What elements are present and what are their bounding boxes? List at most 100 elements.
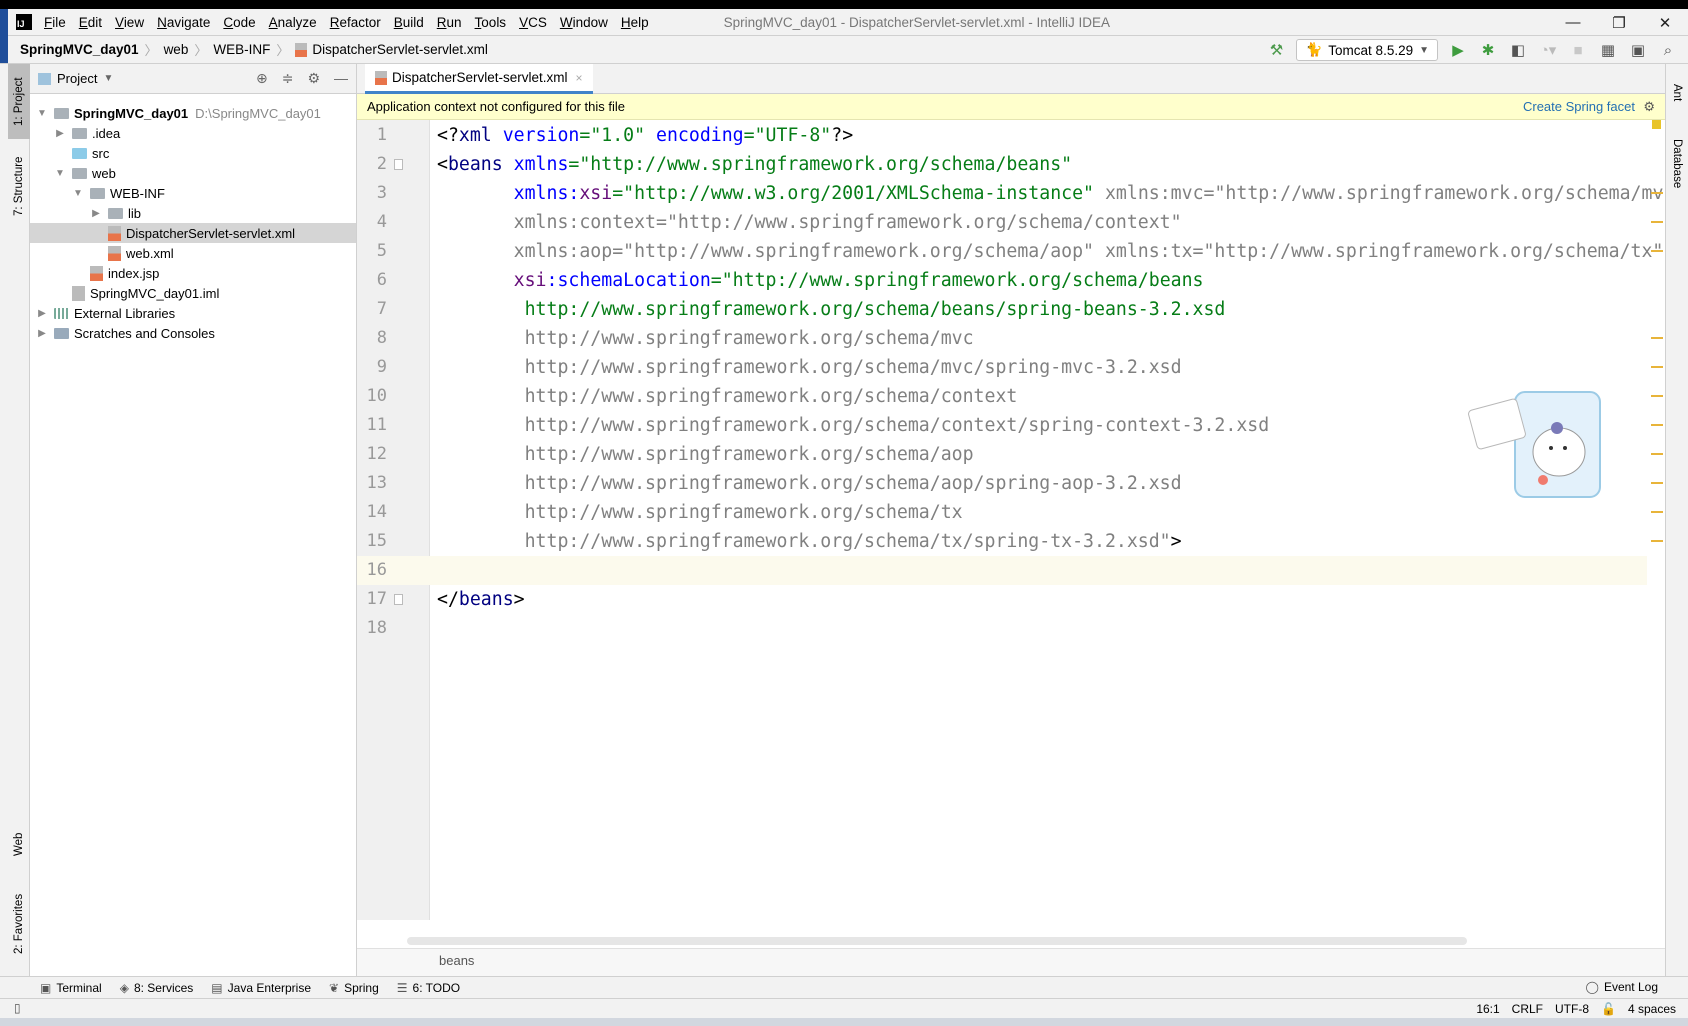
tab-favorites[interactable]: 2: Favorites	[8, 879, 30, 969]
code-line[interactable]: 14 http://www.springframework.org/schema…	[357, 498, 1647, 527]
tree-item[interactable]: src	[30, 143, 356, 163]
tree-item[interactable]: ▼ SpringMVC_day01 D:\SpringMVC_day01	[30, 103, 356, 123]
tab-project[interactable]: 1: Project	[8, 64, 30, 139]
code-line[interactable]: 6 xsi:schemaLocation="http://www.springf…	[357, 266, 1647, 295]
tree-item[interactable]: ▶ Scratches and Consoles	[30, 323, 356, 343]
restore-button[interactable]: ❐	[1596, 9, 1642, 36]
event-log-button[interactable]: ◯ Event Log	[1586, 980, 1658, 994]
expanded-arrow-icon[interactable]: ▼	[54, 168, 66, 179]
code-line[interactable]: 7 http://www.springframework.org/schema/…	[357, 295, 1647, 324]
horizontal-scrollbar[interactable]	[407, 937, 1467, 945]
menu-navigate[interactable]: Navigate	[157, 15, 210, 30]
code-line[interactable]: 18	[357, 614, 1647, 643]
code-line[interactable]: 13 http://www.springframework.org/schema…	[357, 469, 1647, 498]
collapsed-arrow-icon[interactable]: ▶	[90, 208, 102, 219]
menu-view[interactable]: View	[115, 15, 144, 30]
code-line[interactable]: 17 </beans>	[357, 585, 1647, 614]
tree-item[interactable]: ▼ WEB-INF	[30, 183, 356, 203]
expanded-arrow-icon[interactable]: ▼	[36, 108, 48, 119]
warning-marker[interactable]	[1651, 511, 1663, 513]
breadcrumb-web-inf[interactable]: WEB-INF	[213, 42, 270, 57]
gear-icon[interactable]: ⚙	[1643, 99, 1655, 115]
menu-vcs[interactable]: VCS	[519, 15, 547, 30]
tree-item[interactable]: ▼ web	[30, 163, 356, 183]
tool-window-services[interactable]: ◈ 8: Services	[120, 981, 194, 995]
tab-structure[interactable]: 7: Structure	[8, 146, 30, 226]
warning-marker[interactable]	[1651, 250, 1663, 252]
minimize-button[interactable]: —	[1550, 9, 1596, 36]
breadcrumb-web[interactable]: web	[164, 42, 189, 57]
menu-tools[interactable]: Tools	[475, 15, 507, 30]
code-line[interactable]: 16	[357, 556, 1647, 585]
presentation-icon[interactable]: ▣	[1628, 41, 1648, 59]
gear-icon[interactable]: ⚙	[307, 70, 320, 87]
project-view-selector[interactable]: Project	[57, 71, 97, 86]
collapsed-arrow-icon[interactable]: ▶	[54, 128, 66, 139]
warning-marker[interactable]	[1651, 366, 1663, 368]
code-line[interactable]: 1 <?xml version="1.0" encoding="UTF-8"?>	[357, 121, 1647, 150]
menu-window[interactable]: Window	[560, 15, 608, 30]
warning-marker[interactable]	[1651, 395, 1663, 397]
collapsed-arrow-icon[interactable]: ▶	[36, 308, 48, 319]
toggle-tool-windows-icon[interactable]: ▯	[14, 1001, 21, 1015]
tool-window-java-enterprise[interactable]: ▤ Java Enterprise	[211, 981, 311, 995]
close-tab-icon[interactable]: ×	[576, 71, 583, 85]
run-configuration-dropdown[interactable]: 🐈 Tomcat 8.5.29 ▼	[1296, 39, 1438, 61]
close-window-button[interactable]: ✕	[1642, 9, 1688, 36]
breadcrumb-project[interactable]: SpringMVC_day01	[20, 42, 139, 57]
menu-refactor[interactable]: Refactor	[330, 15, 381, 30]
tab-ant[interactable]: Ant	[1666, 70, 1688, 115]
create-spring-facet-link[interactable]: Create Spring facet	[1523, 99, 1635, 114]
tool-window-spring[interactable]: ❦ Spring	[329, 981, 379, 995]
tree-item[interactable]: index.jsp	[30, 263, 356, 283]
code-line[interactable]: 3 xmlns:xsi="http://www.w3.org/2001/XMLS…	[357, 179, 1664, 208]
tree-item[interactable]: ▶ .idea	[30, 123, 356, 143]
menu-run[interactable]: Run	[437, 15, 462, 30]
warning-marker[interactable]	[1651, 337, 1663, 339]
chevron-down-icon[interactable]: ▼	[103, 73, 113, 84]
menu-code[interactable]: Code	[223, 15, 255, 30]
menu-edit[interactable]: Edit	[79, 15, 102, 30]
code-line[interactable]: 9 http://www.springframework.org/schema/…	[357, 353, 1647, 382]
code-line[interactable]: 4 xmlns:context="http://www.springframew…	[357, 208, 1647, 237]
warning-marker[interactable]	[1651, 482, 1663, 484]
tool-window-todo[interactable]: ☰ 6: TODO	[397, 981, 460, 995]
warning-indicator-icon[interactable]	[1652, 120, 1661, 129]
warning-marker[interactable]	[1651, 221, 1663, 223]
code-area[interactable]: 1 <?xml version="1.0" encoding="UTF-8"?> 2…	[357, 121, 1664, 643]
tree-item[interactable]: DispatcherServlet-servlet.xml	[30, 223, 356, 243]
tree-item[interactable]: ▶ External Libraries	[30, 303, 356, 323]
tab-dispatcher-servlet-xml[interactable]: DispatcherServlet-servlet.xml ×	[365, 64, 593, 94]
tree-item[interactable]: ▶ lib	[30, 203, 356, 223]
collapsed-arrow-icon[interactable]: ▶	[36, 328, 48, 339]
caret-position[interactable]: 16:1	[1476, 1002, 1499, 1016]
code-line[interactable]: 8 http://www.springframework.org/schema/…	[357, 324, 1647, 353]
indent-setting[interactable]: 4 spaces	[1628, 1002, 1676, 1016]
search-icon[interactable]: ⌕	[1658, 42, 1678, 59]
breadcrumb-beans[interactable]: beans	[439, 953, 474, 968]
tree-item[interactable]: web.xml	[30, 243, 356, 263]
file-encoding[interactable]: UTF-8	[1555, 1002, 1589, 1016]
warning-marker[interactable]	[1651, 424, 1663, 426]
code-line[interactable]: 10 http://www.springframework.org/schema…	[357, 382, 1647, 411]
expanded-arrow-icon[interactable]: ▼	[72, 188, 84, 199]
stop-icon[interactable]: ■	[1568, 42, 1588, 59]
menu-build[interactable]: Build	[394, 15, 424, 30]
lock-icon[interactable]: 🔓	[1601, 1002, 1616, 1016]
tree-item[interactable]: SpringMVC_day01.iml	[30, 283, 356, 303]
menu-file[interactable]: File	[44, 15, 66, 30]
breadcrumb-file[interactable]: DispatcherServlet-servlet.xml	[312, 42, 488, 57]
warning-marker[interactable]	[1651, 540, 1663, 542]
coverage-icon[interactable]: ◧	[1508, 41, 1528, 59]
line-separator[interactable]: CRLF	[1512, 1002, 1543, 1016]
build-hammer-icon[interactable]: ⚒	[1266, 41, 1286, 59]
code-line[interactable]: 5 xmlns:aop="http://www.springframework.…	[357, 237, 1664, 266]
warning-marker[interactable]	[1651, 453, 1663, 455]
run-icon[interactable]: ▶	[1448, 41, 1468, 59]
tool-window-terminal[interactable]: ▣ Terminal	[40, 981, 102, 995]
menu-analyze[interactable]: Analyze	[269, 15, 317, 30]
warning-marker[interactable]	[1651, 192, 1663, 194]
locate-icon[interactable]: ⊕	[256, 70, 268, 87]
collapse-all-icon[interactable]: ≑	[282, 70, 294, 87]
code-line[interactable]: 15 http://www.springframework.org/schema…	[357, 527, 1647, 556]
